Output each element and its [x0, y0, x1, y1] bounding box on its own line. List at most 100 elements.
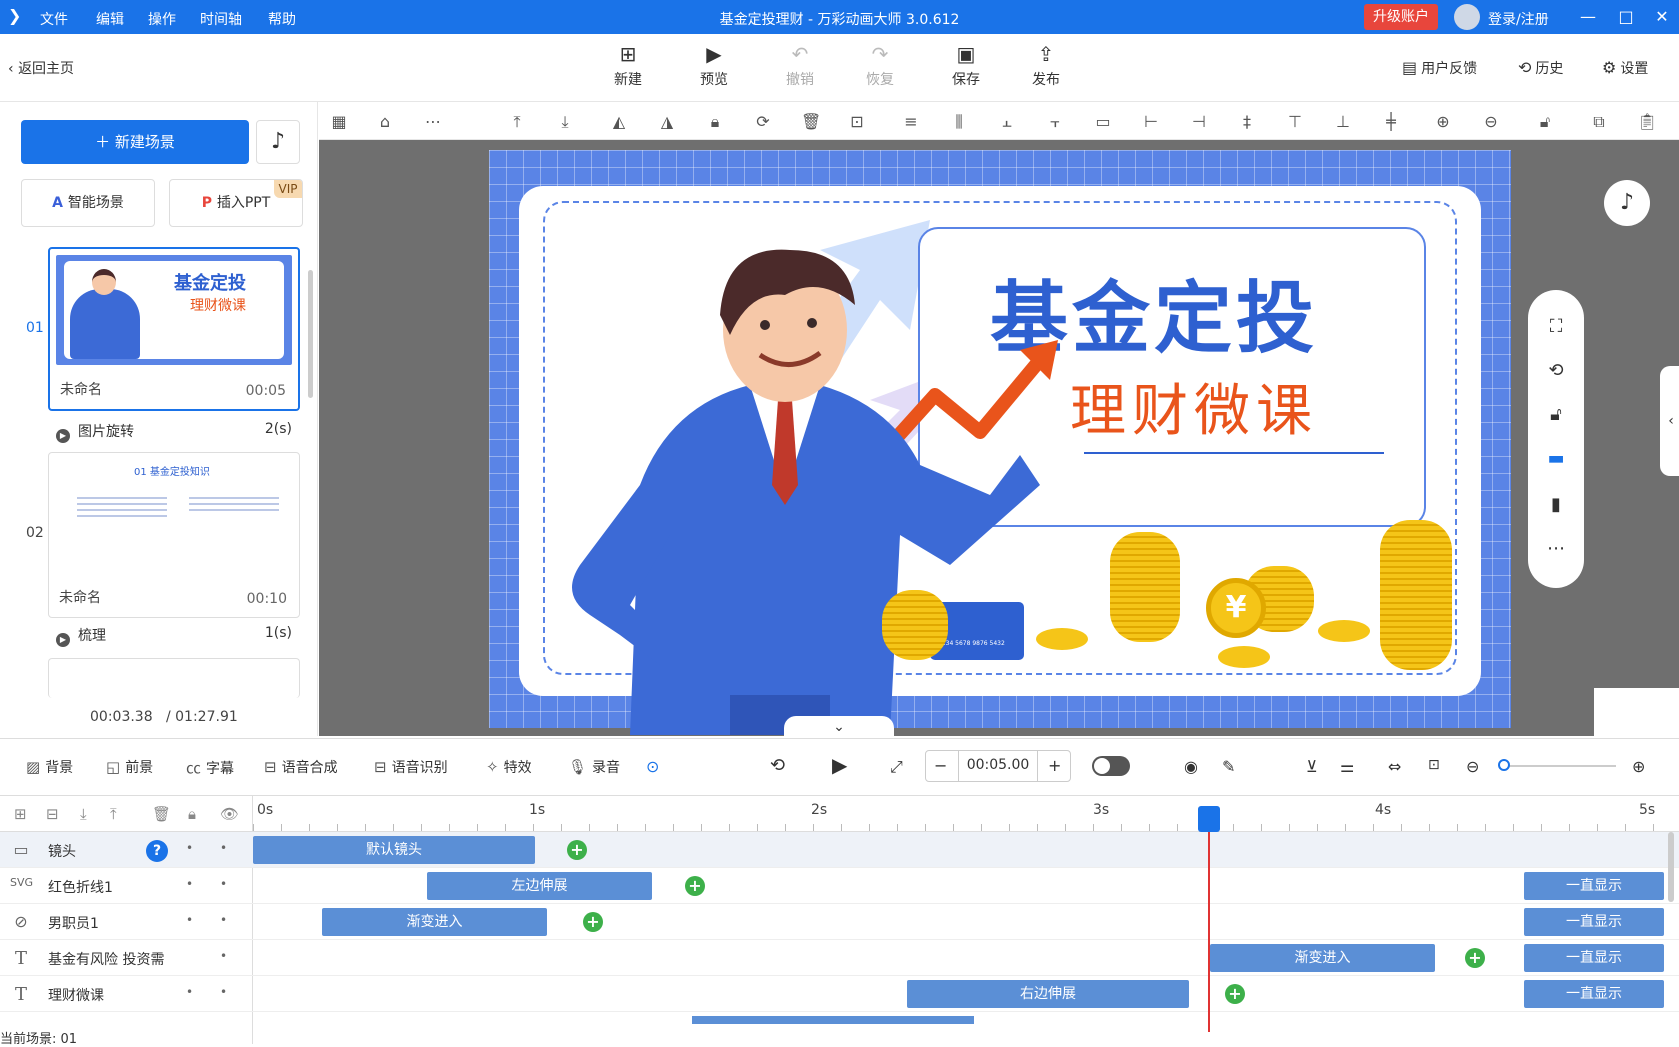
more-options-icon[interactable]: ⋯ — [1543, 538, 1569, 559]
timeline-clip[interactable]: 一直显示 — [1524, 980, 1664, 1008]
new-button[interactable]: ⊞ 新建 — [598, 42, 658, 89]
timeline-clip[interactable]: 默认镜头 — [253, 836, 535, 864]
timeline-clip[interactable]: 渐变进入 — [322, 908, 547, 936]
unlock-icon[interactable]: 🔓︎ — [1535, 112, 1555, 132]
speech-recognition-button[interactable]: ⊟ 语音识别 — [374, 757, 448, 777]
rotate-icon[interactable]: ⟳ — [753, 112, 773, 131]
avatar[interactable] — [1454, 4, 1480, 30]
zoom-in-icon[interactable]: ⊕ — [1433, 112, 1453, 131]
replay-icon[interactable]: ⟲ — [770, 755, 785, 776]
zoom-in-icon[interactable]: ⊕ — [1632, 757, 1645, 776]
timeline-clip[interactable]: 左边伸展 — [427, 872, 652, 900]
edit-icon[interactable]: ✎ — [1222, 757, 1235, 776]
side-panel-toggle[interactable]: ‹ — [1660, 366, 1679, 476]
timeline-clip[interactable]: 一直显示 — [1524, 908, 1664, 936]
fullscreen-icon[interactable]: ⤢ — [890, 757, 903, 777]
copy-icon[interactable]: ⧉ — [1589, 112, 1609, 132]
track-camera[interactable]: ▭ 镜头 • • — [0, 832, 253, 868]
zoom-out-icon[interactable]: ⊖ — [1481, 112, 1501, 131]
add-keyframe-icon[interactable]: + — [685, 876, 705, 896]
track-red-line[interactable]: SVG 红色折线1 • • — [0, 868, 253, 904]
settings-button[interactable]: ⚙ 设置 — [1602, 58, 1648, 78]
delete-icon[interactable]: 🗑︎ — [152, 805, 171, 823]
portrait-view-icon[interactable]: ▮ — [1543, 494, 1569, 515]
more-icon[interactable]: ⊙ — [646, 757, 659, 776]
maximize-icon[interactable]: □ — [1614, 5, 1638, 29]
record-button[interactable]: 🎙︎ 录音 — [568, 757, 620, 777]
scene-card-01[interactable]: 基金定投 理财微课 未命名 00:05 — [48, 247, 300, 411]
preview-button[interactable]: ▶ 预览 — [684, 42, 744, 89]
unlock-icon[interactable]: 🔓︎ — [1543, 404, 1569, 425]
align-icon[interactable]: ⊣ — [1189, 112, 1209, 131]
back-home-link[interactable]: ‹ 返回主页 — [8, 58, 74, 78]
scene-transition[interactable]: ▶ 图片旋转 2(s) — [56, 421, 292, 443]
redo-button[interactable]: ↷ 恢复 — [850, 42, 910, 89]
effects-button[interactable]: ✧ 特效 — [486, 757, 532, 777]
track-risk-text[interactable]: T 基金有风险 投资需 • — [0, 940, 253, 976]
minimize-icon[interactable]: — — [1576, 5, 1600, 29]
send-back-icon[interactable]: ⤓ — [555, 112, 575, 132]
timeline-clip[interactable]: 渐变进入 — [1210, 944, 1435, 972]
login-register-link[interactable]: 登录/注册 — [1488, 9, 1549, 29]
paste-icon[interactable]: 📋︎ — [1637, 112, 1657, 131]
decrement-button[interactable]: − — [934, 756, 947, 775]
timeline-clip[interactable]: 一直显示 — [1524, 944, 1664, 972]
upgrade-account-button[interactable]: 升级账户 — [1364, 4, 1438, 30]
home-icon[interactable]: ⌂ — [375, 112, 395, 131]
subtitle-button[interactable]: ㏄字幕 — [186, 757, 234, 778]
add-keyframe-icon[interactable]: + — [567, 840, 587, 860]
timeline-clip-partial[interactable] — [692, 1016, 974, 1024]
duration-input[interactable]: 00:05.00 — [958, 750, 1038, 782]
bring-front-icon[interactable]: ⤒ — [507, 112, 527, 132]
move-up-icon[interactable]: ⤒ — [110, 805, 117, 823]
align-icon[interactable]: ⫠ — [997, 112, 1017, 132]
history-button[interactable]: ⟲ 历史 — [1518, 58, 1563, 78]
eye-icon[interactable]: 👁︎ — [220, 805, 239, 823]
tts-button[interactable]: ⊟ 语音合成 — [264, 757, 338, 777]
align-icon[interactable]: ▭ — [1093, 112, 1113, 131]
background-button[interactable]: ▨ 背景 — [26, 757, 73, 777]
new-scene-button[interactable]: ＋ 新建场景 — [21, 120, 249, 164]
zoom-out-icon[interactable]: ⊖ — [1466, 757, 1479, 776]
foreground-button[interactable]: ◱ 前景 — [106, 757, 153, 777]
landscape-view-icon[interactable]: ▬ — [1543, 448, 1569, 469]
increment-button[interactable]: + — [1048, 756, 1061, 775]
scene-card-03[interactable] — [48, 658, 300, 698]
publish-button[interactable]: ⇪ 发布 — [1016, 42, 1076, 89]
zoom-slider-handle[interactable] — [1498, 759, 1510, 771]
adjust-icon[interactable]: ⚌ — [1340, 757, 1354, 776]
align-icon[interactable]: ⫼ — [949, 112, 969, 132]
lock-icon[interactable]: 🔒︎ — [188, 805, 196, 823]
align-icon[interactable]: ⊥ — [1333, 112, 1353, 131]
timeline-clip[interactable]: 一直显示 — [1524, 872, 1664, 900]
add-keyframe-icon[interactable]: + — [1465, 948, 1485, 968]
background-music-button[interactable]: ♪ — [1604, 180, 1650, 226]
track-subtitle-text[interactable]: T 理财微课 • • — [0, 976, 253, 1012]
actual-size-icon[interactable]: ⊡ — [1428, 757, 1440, 773]
scene-card-02[interactable]: 01 基金定投知识 未命名 00:10 — [48, 452, 300, 618]
fit-width-icon[interactable]: ⇔ — [1388, 757, 1401, 776]
new-folder-icon[interactable]: ⊟ — [46, 805, 59, 823]
collapse-canvas-button[interactable]: ⌄ — [784, 716, 894, 738]
play-icon[interactable]: ▶ — [832, 753, 847, 777]
delete-icon[interactable]: 🗑︎ — [801, 112, 821, 131]
add-keyframe-icon[interactable]: + — [583, 912, 603, 932]
close-icon[interactable]: ✕ — [1650, 5, 1674, 29]
add-keyframe-icon[interactable]: + — [1225, 984, 1245, 1004]
undo-button[interactable]: ↶ 撤销 — [770, 42, 830, 89]
add-folder-icon[interactable]: ⊞ — [14, 805, 27, 823]
align-icon[interactable]: ⊤ — [1285, 112, 1305, 131]
move-down-icon[interactable]: ⤓ — [80, 805, 87, 823]
lock-icon[interactable]: 🔒︎ — [705, 112, 725, 132]
filter-icon[interactable]: ⊻ — [1306, 757, 1318, 776]
align-icon[interactable]: ‡ — [1237, 112, 1257, 131]
timeline-clip[interactable]: 右边伸展 — [907, 980, 1189, 1008]
time-ruler[interactable]: 0s 1s 2s 3s 4s 5s — [253, 796, 1679, 832]
stage-subtitle[interactable]: 理财微课 — [1070, 366, 1318, 447]
zoom-slider[interactable] — [1504, 765, 1616, 767]
flip-h-icon[interactable]: ◭ — [609, 112, 629, 131]
fit-screen-icon[interactable]: ⛶ — [1543, 316, 1569, 337]
flip-v-icon[interactable]: ◮ — [657, 112, 677, 131]
playhead-handle[interactable] — [1198, 806, 1220, 832]
rotate-view-icon[interactable]: ⟲ — [1543, 360, 1569, 381]
